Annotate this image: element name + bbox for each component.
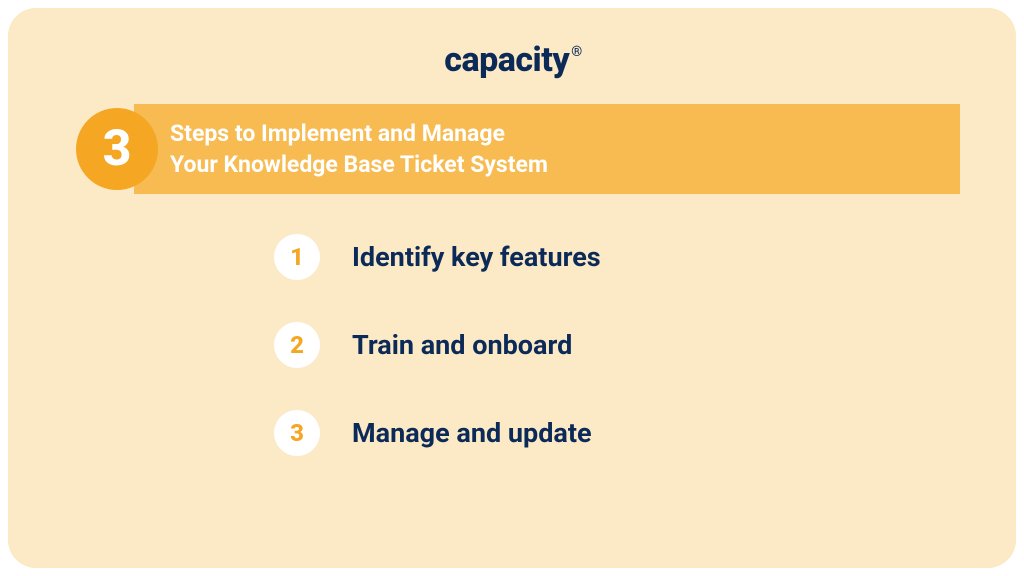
infographic-card: capacity® 3 Steps to Implement and Manag… [8,8,1016,568]
step-number: 3 [290,419,304,447]
header-badge-circle: 3 [76,108,158,190]
step-label: Train and onboard [352,329,572,361]
title-line-1: Steps to Implement and Manage [170,120,505,147]
title-row: 3 Steps to Implement and Manage Your Kno… [64,104,960,194]
steps-list: 1 Identify key features 2 Train and onbo… [64,234,960,456]
title-bar: Steps to Implement and Manage Your Knowl… [134,104,960,194]
step-number-circle: 1 [274,234,320,280]
registered-mark: ® [571,44,582,60]
logo-container: capacity® [64,40,960,80]
step-item: 2 Train and onboard [274,322,960,368]
step-label: Identify key features [352,241,601,273]
step-number: 1 [290,243,304,271]
step-item: 3 Manage and update [274,410,960,456]
step-label: Manage and update [352,417,592,449]
step-number-circle: 3 [274,410,320,456]
title-line-2: Your Knowledge Base Ticket System [170,151,548,178]
step-number: 2 [290,331,304,359]
step-number-circle: 2 [274,322,320,368]
header-badge-number: 3 [103,120,132,178]
brand-logo: capacity® [444,40,579,80]
step-item: 1 Identify key features [274,234,960,280]
logo-text: capacity [444,40,569,80]
